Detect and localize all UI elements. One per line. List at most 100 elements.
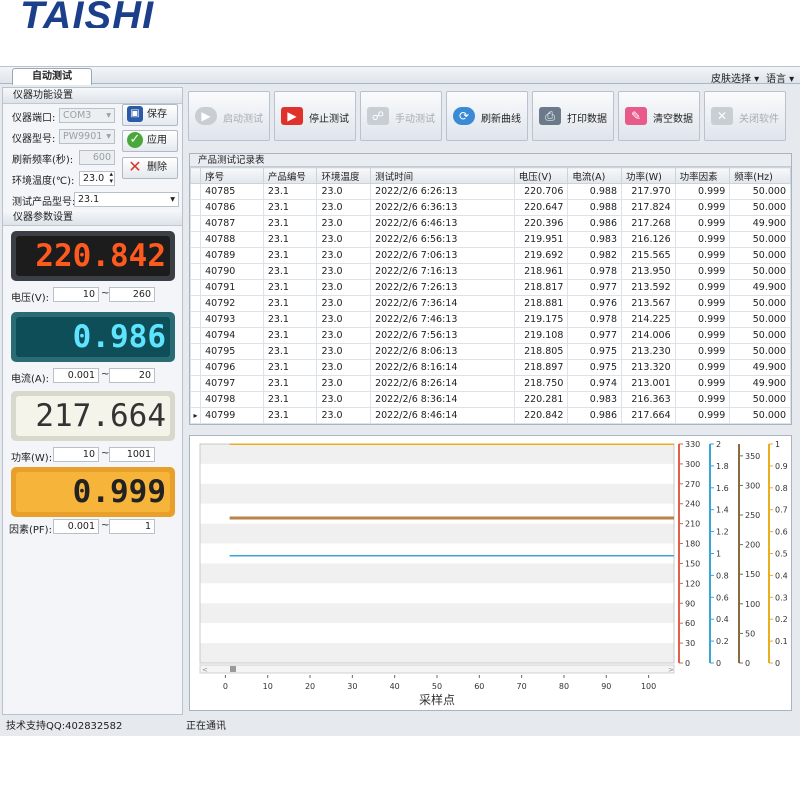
table-row[interactable]: 40797 23.1 23.0 2022/2/6 8:26:14 218.750 0.97… (189, 375, 791, 392)
manual-test-button[interactable]: ☍ 手动测试 (360, 91, 442, 141)
table-cell: 49.900 (729, 375, 791, 392)
table-row[interactable]: 40792 23.1 23.0 2022/2/6 7:36:14 218.881 0.97… (189, 295, 791, 312)
plot-band (200, 583, 674, 604)
delete-x-icon: ✕ (128, 157, 142, 176)
table-cell: 2022/2/6 6:56:13 (370, 231, 515, 248)
y-tick-label: 0.6 (716, 593, 729, 602)
play-icon: ▶ (195, 107, 217, 125)
check-icon: ✓ (127, 132, 143, 148)
voltage-min-input[interactable]: 10 (53, 287, 99, 302)
param-settings-header: 仪器参数设置 (3, 210, 182, 226)
y-tick-label: 100 (745, 600, 760, 609)
table-cell: 217.268 (621, 215, 676, 232)
delete-button[interactable]: ✕ 删除 (122, 157, 178, 179)
current-max-input[interactable]: 20 (109, 368, 155, 383)
eraser-icon: ✎ (625, 107, 647, 125)
plot-band (200, 543, 674, 564)
table-row[interactable]: 40794 23.1 23.0 2022/2/6 7:56:13 219.108 0.97… (189, 327, 791, 344)
table-cell: 213.320 (621, 359, 676, 376)
voltage-max-input[interactable]: 260 (109, 287, 155, 302)
pf-label: 因素(PF): (9, 525, 52, 536)
table-row[interactable]: 40795 23.1 23.0 2022/2/6 8:06:13 218.805 0.97… (189, 343, 791, 360)
table-row[interactable]: 40786 23.1 23.0 2022/2/6 6:36:13 220.647 0.98… (189, 199, 791, 216)
plot-band (200, 623, 674, 644)
port-select[interactable]: COM3 ▾ (59, 108, 115, 123)
y-tick-label: 1.6 (716, 484, 729, 493)
table-cell: 220.647 (513, 199, 569, 216)
skin-menu[interactable]: 皮肤选择 ▾ (711, 70, 759, 85)
table-cell: 218.961 (513, 263, 569, 280)
table-row[interactable]: ▸ 40799 23.1 23.0 2022/2/6 8:46:14 220.842 0.9… (189, 407, 791, 424)
table-cell: 0.999 (674, 311, 731, 328)
print-data-button[interactable]: ⎙ 打印数据 (532, 91, 614, 141)
plot-band (200, 643, 674, 663)
y-tick-label: 350 (745, 452, 760, 461)
table-row[interactable]: 40788 23.1 23.0 2022/2/6 6:56:13 219.951 0.98… (189, 231, 791, 248)
table-row[interactable]: 40787 23.1 23.0 2022/2/6 6:46:13 220.396 0.98… (189, 215, 791, 232)
power-max-input[interactable]: 1001 (109, 447, 155, 462)
stop-test-button[interactable]: ▶ 停止测试 (274, 91, 356, 141)
plot-band (200, 444, 674, 464)
table-cell: 214.006 (621, 327, 676, 344)
table-cell: 218.897 (513, 359, 569, 376)
printer-icon: ⎙ (539, 107, 561, 125)
clear-data-button[interactable]: ✎ 清空数据 (618, 91, 700, 141)
column-header[interactable]: 功率(W) (621, 167, 676, 184)
pf-max-input[interactable]: 1 (109, 519, 155, 534)
language-menu[interactable]: 语言 ▾ (766, 70, 794, 85)
tab-auto-test[interactable]: 自动测试 (12, 68, 92, 85)
table-cell: 219.692 (513, 247, 569, 264)
pf-min-input[interactable]: 0.001 (53, 519, 99, 534)
table-row[interactable]: 40789 23.1 23.0 2022/2/6 7:06:13 219.692 0.98… (189, 247, 791, 264)
column-header[interactable]: 功率因素 (674, 167, 731, 184)
y-tick-label: 270 (685, 480, 700, 489)
table-cell: 23.0 (316, 263, 372, 280)
table-row[interactable]: 40796 23.1 23.0 2022/2/6 8:16:14 218.897 0.97… (189, 359, 791, 376)
column-header[interactable]: 环境温度 (316, 167, 372, 184)
column-header[interactable]: 频率(Hz) (729, 167, 791, 184)
temp-stepper[interactable]: 23.0 ▴ ▾ (79, 171, 115, 186)
apply-button[interactable]: ✓ 应用 (122, 130, 178, 152)
table-cell: 23.1 (262, 231, 318, 248)
table-row[interactable]: 40785 23.1 23.0 2022/2/6 6:26:13 220.706 0.98… (189, 183, 791, 200)
x-tick-label: 0 (223, 682, 228, 691)
y-tick-label: 120 (685, 579, 700, 588)
column-header[interactable]: 测试时间 (370, 167, 515, 184)
y-tick-label: 1.8 (716, 462, 729, 471)
y-tick-label: 0 (745, 659, 750, 668)
y-tick-label: 0.6 (775, 528, 788, 537)
product-select[interactable]: 23.1 ▾ (74, 192, 179, 207)
floppy-icon: ▣ (127, 106, 143, 122)
temp-label: 环境温度(℃): (12, 176, 75, 187)
plot-band (200, 503, 674, 524)
table-cell: 0.999 (674, 391, 731, 408)
column-header[interactable]: 序号 (200, 167, 264, 184)
table-row[interactable]: 40790 23.1 23.0 2022/2/6 7:16:13 218.961 0.97… (189, 263, 791, 280)
column-header[interactable]: 产品编号 (262, 167, 318, 184)
y-tick-label: 1 (775, 440, 780, 449)
table-row[interactable]: 40791 23.1 23.0 2022/2/6 7:26:13 218.817 0.97… (189, 279, 791, 296)
table-cell: 2022/2/6 8:26:14 (370, 375, 515, 392)
table-row[interactable]: 40798 23.1 23.0 2022/2/6 8:36:14 220.281 0.98… (189, 391, 791, 408)
app-window: 自动测试 皮肤选择 ▾ 语言 ▾ 仪器功能设置 仪器端口: COM3 ▾ 仪器型号… (0, 66, 800, 736)
column-header[interactable]: 电压(V) (513, 167, 569, 184)
table-cell: 23.1 (262, 199, 318, 216)
table-cell: 23.1 (262, 407, 318, 424)
table-cell: 0.999 (674, 231, 731, 248)
current-min-input[interactable]: 0.001 (53, 368, 99, 383)
start-test-button[interactable]: ▶ 启动测试 (188, 91, 270, 141)
table-row[interactable]: 40793 23.1 23.0 2022/2/6 7:46:13 219.175 0.97… (189, 311, 791, 328)
table-cell: 40788 (200, 231, 264, 248)
refresh-curve-button[interactable]: ⟳ 刷新曲线 (446, 91, 528, 141)
model-select[interactable]: PW9901 ▾ (59, 129, 115, 144)
refresh-input[interactable]: 600 (79, 150, 115, 165)
voltage-label: 电压(V): (11, 293, 50, 304)
left-panel: 仪器功能设置 仪器端口: COM3 ▾ 仪器型号: PW9901 ▾ 刷新频率(秒)… (2, 87, 183, 715)
x-tick-label: 10 (263, 682, 273, 691)
table-cell: 220.842 (513, 407, 569, 424)
table-cell: 0.986 (567, 215, 622, 232)
column-header[interactable]: 电流(A) (567, 167, 622, 184)
close-software-button[interactable]: ✕ 关闭软件 (704, 91, 786, 141)
save-button[interactable]: ▣ 保存 (122, 104, 178, 126)
power-min-input[interactable]: 10 (53, 447, 99, 462)
